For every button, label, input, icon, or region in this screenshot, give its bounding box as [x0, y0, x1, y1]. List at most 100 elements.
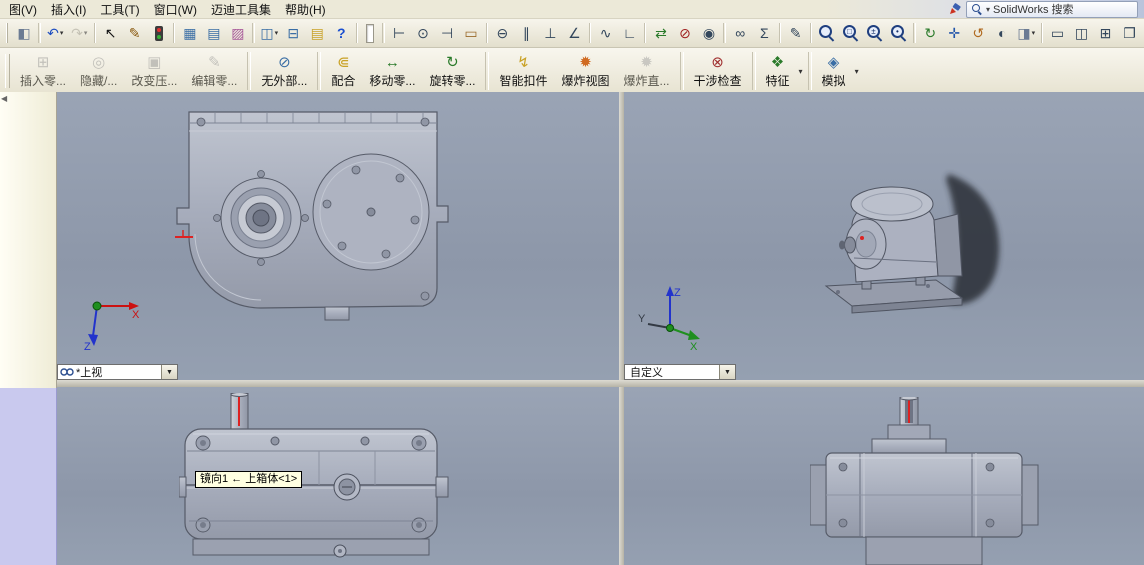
solidworks-search-box[interactable]: ▾ SolidWorks 搜索: [966, 0, 1138, 18]
menu-item-6[interactable]: 帮助(H): [278, 0, 333, 19]
zoom-area-icon[interactable]: □: [839, 21, 862, 45]
loop-icon[interactable]: ∞: [729, 21, 752, 45]
zoom-fit-icon[interactable]: [815, 21, 838, 45]
features-button[interactable]: ❖ 特征: [759, 48, 797, 94]
viewport-side-view[interactable]: [624, 387, 1144, 565]
menu-item-3[interactable]: 工具(T): [93, 0, 146, 19]
menu-item-5[interactable]: 迈迪工具集: [204, 0, 278, 19]
perpendicular-icon[interactable]: ⊥: [539, 21, 562, 45]
corner-icon[interactable]: ∟: [618, 21, 641, 45]
view-orientation-dropdown-button[interactable]: ▼: [719, 365, 735, 379]
rotate-component-label: 旋转零...: [429, 73, 476, 88]
rotate-component-button[interactable]: ↻ 旋转零...: [422, 48, 482, 94]
toolbar-separator: [252, 23, 255, 43]
toolbar-separator: [644, 23, 647, 43]
dropdown-caret-icon[interactable]: ▾: [84, 29, 88, 37]
zoom-selection-icon[interactable]: •: [887, 21, 910, 45]
dropdown-caret-icon[interactable]: ▾: [60, 29, 64, 37]
curvature-icon[interactable]: ∿: [594, 21, 617, 45]
dropdown-caret-icon[interactable]: ▾: [1032, 29, 1036, 37]
viewport-two-icon[interactable]: ◫: [1070, 21, 1093, 45]
smart-dimension-icon[interactable]: ⊙: [412, 21, 435, 45]
viewport-four-icon[interactable]: ⊞: [1094, 21, 1117, 45]
task-pane-icon[interactable]: ⊟: [282, 21, 305, 45]
smart-fasteners-button[interactable]: ↯ 智能扣件: [492, 48, 554, 94]
panel-collapse-arrow-icon[interactable]: ◀: [1, 94, 7, 103]
toolbar-grip[interactable]: [5, 54, 10, 88]
standard-toolbar: ◧ ↶ ▾ ↷ ▾ ↖ ✎ ▦ ▤ ▨ ◫ ▾ ⊟ ▤? ⊢ ⊙ ⊣ ▭ ⊖ ∥ ⊥ ∠ ∿ ∟ ⇄ ⊘ ◉ ∞ Σ ✎ □ ± • ↻ ✛ ↺ ◐ ◨ ▾…: [0, 19, 1144, 48]
select-cursor-icon[interactable]: ↖: [99, 21, 122, 45]
view-orientation-dropdown-button[interactable]: ▼: [161, 365, 177, 379]
compare-icon[interactable]: ⇄: [649, 21, 672, 45]
menu-item-4[interactable]: 窗口(W): [147, 0, 204, 19]
toolbar-separator: [679, 52, 684, 90]
ruler-icon[interactable]: ▭: [460, 21, 483, 45]
horizontal-splitter[interactable]: [57, 380, 1144, 387]
sketch-edit-icon[interactable]: ✎: [784, 21, 807, 45]
smart-fasteners-label: 智能扣件: [499, 73, 548, 88]
camera-icon[interactable]: ◉: [697, 21, 720, 45]
redo-icon[interactable]: ↷ ▾: [68, 21, 91, 45]
menu-item-1[interactable]: 图(V): [2, 0, 44, 19]
simulation-button[interactable]: ◈ 模拟: [815, 48, 853, 94]
toolbar-separator: [588, 23, 592, 43]
menu-item-2[interactable]: 插入(I): [44, 0, 93, 19]
note-icon[interactable]: ▤: [306, 21, 329, 45]
view-orientation-combo[interactable]: 自定义 ▼: [624, 364, 736, 380]
feature-panel-collapsed[interactable]: ◀: [0, 92, 57, 388]
hide-show-components-button[interactable]: ◎ 隐藏/...: [73, 48, 124, 94]
edit-component-button[interactable]: ✎ 编辑零...: [184, 48, 244, 94]
equations-icon[interactable]: Σ: [753, 21, 776, 45]
search-pencil-icon[interactable]: [948, 2, 962, 16]
dropdown-caret-icon[interactable]: ▾: [275, 29, 279, 37]
viewport-front-view[interactable]: 镜向1 ← 上箱体<1>: [57, 387, 619, 565]
zoom-in-out-icon[interactable]: ±: [863, 21, 886, 45]
dim-vertical-icon[interactable]: ⊣: [436, 21, 459, 45]
toolbar-separator: [778, 23, 782, 43]
search-area: ▾ SolidWorks 搜索: [948, 0, 1144, 18]
split-pane-icon[interactable]: ◫ ▾: [258, 21, 281, 45]
annotation-pen-icon[interactable]: ✎: [123, 21, 146, 45]
no-external-references-button[interactable]: ⊘ 无外部...: [254, 48, 314, 94]
pan-icon[interactable]: ✛: [943, 21, 966, 45]
section-icon[interactable]: ⊖: [491, 21, 514, 45]
stoplight-icon[interactable]: [147, 21, 170, 45]
insert-component-button[interactable]: ⊞ 插入零...: [13, 48, 73, 94]
move-component-button[interactable]: ↔ 移动零...: [362, 48, 422, 94]
interference-detection-button[interactable]: ⊗ 干涉检查: [687, 48, 749, 94]
refresh-icon[interactable]: ↻: [919, 21, 942, 45]
rotate-view-icon[interactable]: ↺: [967, 21, 990, 45]
mate-button[interactable]: ⋐ 配合: [324, 48, 362, 94]
dropdown-caret-icon[interactable]: ▾: [797, 67, 805, 76]
view-orientation-combo[interactable]: *上视 ▼: [57, 364, 178, 380]
appearance-swatch-icon[interactable]: ◧: [12, 21, 35, 45]
design-table-icon[interactable]: ▦: [178, 21, 201, 45]
view-orientation-icon: [60, 368, 74, 376]
parallel-icon[interactable]: ∥: [515, 21, 538, 45]
coordinate-triad: X Z: [84, 301, 140, 352]
change-suppression-button[interactable]: ▣ 改变压...: [124, 48, 184, 94]
toolbar-separator: [807, 52, 812, 90]
view-settings-icon[interactable]: ◨ ▾: [1015, 21, 1038, 45]
search-dropdown-caret[interactable]: ▾: [986, 5, 990, 14]
undo-icon[interactable]: ↶ ▾: [44, 21, 67, 45]
link-views-icon[interactable]: ❐: [1118, 21, 1141, 45]
viewport-single-icon[interactable]: ▭: [1046, 21, 1069, 45]
toolbar-grip[interactable]: [6, 23, 9, 43]
angle-dim-icon[interactable]: ∠: [563, 21, 586, 45]
triad-x-label: X: [132, 309, 140, 321]
display-style-icon[interactable]: ◐: [991, 21, 1014, 45]
viewport-isometric-view[interactable]: Z Y X 自定义 ▼: [624, 92, 1144, 380]
insert-table-icon[interactable]: ▤: [202, 21, 225, 45]
toolbar-separator: [317, 52, 322, 90]
dim-horizontal-icon[interactable]: ⊢: [388, 21, 411, 45]
property-panel-collapsed[interactable]: [0, 388, 57, 565]
explode-line-sketch-button[interactable]: ✹ 爆炸直...: [616, 48, 676, 94]
help-icon[interactable]: ?: [330, 21, 353, 45]
rotate-component-icon: ↻: [446, 53, 459, 71]
viewport-top-view[interactable]: X Z *上视 ▼: [57, 92, 619, 380]
hide-types-icon[interactable]: ⊘: [673, 21, 696, 45]
palette-icon[interactable]: ▨: [226, 21, 249, 45]
dropdown-caret-icon[interactable]: ▾: [853, 67, 861, 76]
exploded-view-button[interactable]: ✹ 爆炸视图: [554, 48, 616, 94]
